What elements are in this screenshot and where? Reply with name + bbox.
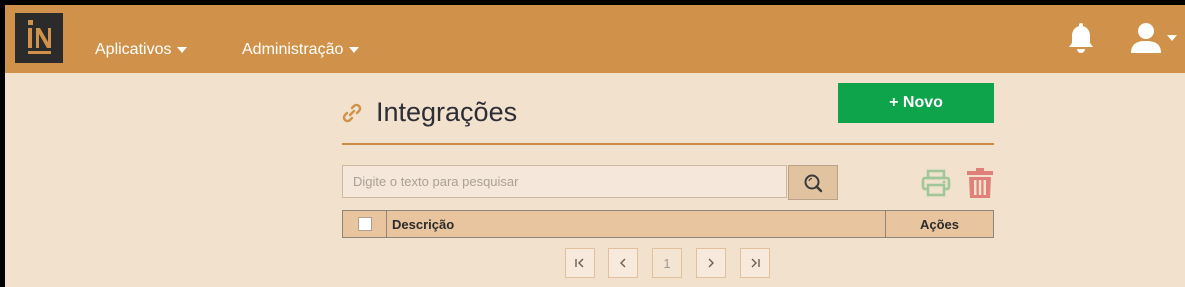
print-button[interactable]	[921, 169, 951, 202]
select-all-cell	[343, 211, 387, 237]
next-page-icon	[708, 258, 714, 268]
table-header: Descrição Ações	[342, 210, 994, 238]
caret-down-icon	[349, 47, 360, 53]
nav-menu-aplicativos[interactable]: Aplicativos	[95, 41, 188, 59]
app-frame: Aplicativos Administração Integrações + …	[5, 5, 1185, 287]
page-title: Integrações	[376, 97, 518, 127]
notifications-button[interactable]	[1067, 23, 1095, 60]
next-page-button[interactable]	[696, 248, 726, 278]
column-header-acoes: Ações	[919, 216, 960, 232]
nav-menu-label: Aplicativos	[95, 41, 172, 58]
first-page-icon	[575, 258, 584, 268]
select-all-checkbox[interactable]	[357, 217, 372, 231]
trash-icon	[967, 168, 993, 198]
page-number-button[interactable]: 1	[652, 248, 682, 278]
header-divider	[342, 143, 994, 145]
nav-menu-label: Administração	[242, 41, 344, 58]
top-navbar: Aplicativos Administração	[5, 5, 1185, 73]
nav-menu-administracao[interactable]: Administração	[242, 41, 360, 59]
column-header-descricao[interactable]: Descrição	[387, 211, 886, 237]
prev-page-button[interactable]	[608, 248, 638, 278]
caret-down-icon	[1167, 35, 1177, 41]
delete-button[interactable]	[966, 168, 994, 203]
search-icon	[804, 174, 823, 192]
link-icon	[342, 103, 362, 122]
logo[interactable]	[15, 13, 63, 63]
last-page-icon	[751, 258, 760, 268]
search-input[interactable]	[342, 165, 787, 198]
user-menu-button[interactable]	[1129, 22, 1177, 54]
user-icon	[1131, 23, 1161, 53]
page-header: Integrações	[342, 97, 517, 128]
caret-down-icon	[177, 47, 188, 53]
search-button[interactable]	[788, 165, 838, 200]
last-page-button[interactable]	[740, 248, 770, 278]
prev-page-icon	[620, 258, 626, 268]
bell-icon	[1069, 23, 1093, 53]
printer-icon	[921, 169, 951, 197]
logo-icon	[28, 20, 51, 54]
first-page-button[interactable]	[565, 248, 595, 278]
new-button[interactable]: + Novo	[838, 83, 994, 123]
